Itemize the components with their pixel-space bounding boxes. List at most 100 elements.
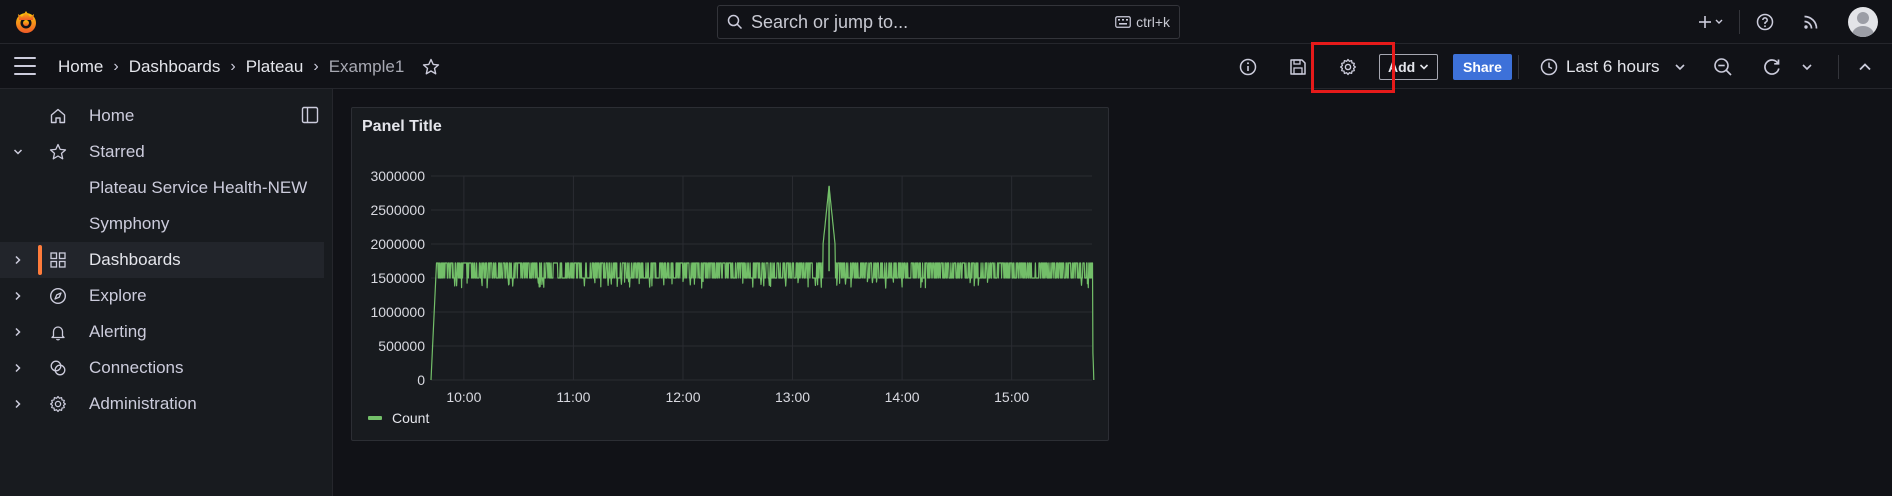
sidebar-item-symphony[interactable]: Symphony (0, 206, 324, 242)
chevron-up-icon (1859, 62, 1871, 70)
chevron-right-icon[interactable] (11, 291, 25, 301)
top-bar: Search or jump to... ctrl+k (0, 0, 1892, 44)
connections-icon (47, 359, 69, 377)
sidebar-item-label: Dashboards (89, 250, 181, 269)
refresh-button[interactable] (1762, 44, 1782, 89)
settings-highlight-box (1311, 42, 1395, 93)
news-button[interactable] (1800, 7, 1822, 37)
save-dashboard-button[interactable] (1289, 44, 1307, 89)
zoom-out-icon (1714, 57, 1732, 76)
sidebar-item-administration[interactable]: Administration (0, 386, 324, 422)
help-icon (1756, 13, 1774, 31)
breadcrumb: Home › Dashboards › Plateau › Example1 (58, 44, 440, 89)
y-tick-label: 0 (417, 372, 425, 388)
clock-icon (1540, 58, 1558, 75)
keyboard-icon (1115, 16, 1132, 28)
breadcrumb-separator: › (313, 57, 319, 75)
divider (1518, 44, 1519, 89)
share-button[interactable]: Share (1453, 53, 1512, 80)
cog-icon (47, 395, 69, 413)
time-series-panel[interactable]: Panel Title 0 500000 1000000 1500000 2000000… (351, 107, 1109, 441)
x-tick-label: 15:00 (994, 389, 1029, 405)
y-tick-label: 500000 (378, 338, 425, 354)
chevron-down-icon (1674, 63, 1685, 70)
time-series-chart: 0 500000 1000000 1500000 2000000 2500000 30000… (370, 168, 1095, 405)
favorite-button[interactable] (422, 58, 440, 76)
time-range-label: Last 6 hours (1566, 56, 1660, 76)
search-icon (727, 14, 743, 30)
grafana-logo-icon[interactable] (12, 8, 40, 36)
chart-legend: Count (368, 410, 429, 426)
x-tick-label: 13:00 (775, 389, 810, 405)
dashboard-info-button[interactable] (1239, 44, 1257, 89)
x-tick-label: 11:00 (556, 389, 590, 405)
sidebar-item-label: Starred (89, 142, 145, 161)
help-button[interactable] (1754, 7, 1776, 37)
sidebar-item-alerting[interactable]: Alerting (0, 314, 324, 350)
sidebar: Home Starred Plateau Service Health-NEW … (0, 89, 333, 496)
zoom-out-button[interactable] (1713, 44, 1733, 89)
y-tick-label: 1000000 (370, 304, 425, 320)
shortcut-text: ctrl+k (1136, 14, 1170, 30)
chevron-right-icon[interactable] (11, 363, 25, 373)
breadcrumb-folder[interactable]: Plateau (246, 57, 304, 77)
apps-icon (47, 251, 69, 269)
save-icon (1290, 58, 1306, 75)
breadcrumb-separator: › (230, 57, 236, 75)
chevron-right-icon[interactable] (11, 255, 25, 265)
breadcrumb-current: Example1 (328, 56, 405, 76)
chevron-down-icon (1420, 63, 1429, 70)
chevron-right-icon[interactable] (11, 399, 25, 409)
star-icon (423, 58, 440, 75)
sidebar-item-label: Plateau Service Health-NEW (89, 178, 308, 197)
breadcrumb-separator: › (113, 57, 119, 75)
dashboard-nav-bar: Home › Dashboards › Plateau › Example1 A… (0, 44, 1892, 89)
series-line-count (430, 185, 1095, 381)
sidebar-item-label: Home (89, 106, 135, 125)
sidebar-item-plateau-service-health[interactable]: Plateau Service Health-NEW (0, 170, 324, 206)
x-tick-label: 10:00 (446, 389, 481, 405)
rss-icon (1804, 15, 1818, 29)
collapse-header-button[interactable] (1858, 44, 1872, 89)
sidebar-item-home[interactable]: Home (0, 98, 324, 134)
divider (1739, 10, 1740, 34)
sidebar-item-label: Symphony (89, 214, 170, 233)
refresh-interval-dropdown[interactable] (1801, 44, 1813, 89)
menu-toggle-button[interactable] (14, 57, 36, 75)
search-input[interactable]: Search or jump to... ctrl+k (717, 5, 1180, 39)
x-tick-label: 12:00 (665, 389, 700, 405)
legend-swatch (368, 416, 382, 420)
keyboard-shortcut: ctrl+k (1115, 14, 1170, 30)
divider (1838, 44, 1839, 89)
chevron-down-icon (1802, 63, 1812, 70)
sidebar-item-label: Explore (89, 286, 147, 305)
sidebar-item-connections[interactable]: Connections (0, 350, 324, 386)
sidebar-item-dashboards[interactable]: Dashboards (0, 242, 324, 278)
info-icon (1239, 58, 1257, 75)
home-icon (47, 107, 69, 125)
sidebar-item-starred[interactable]: Starred (0, 134, 324, 170)
y-tick-label: 2500000 (370, 202, 425, 218)
sidebar-item-label: Alerting (89, 322, 147, 341)
avatar[interactable] (1848, 7, 1878, 37)
sidebar-item-label: Connections (89, 358, 184, 377)
time-range-picker[interactable]: Last 6 hours (1540, 57, 1686, 77)
compass-icon (47, 287, 69, 305)
search-placeholder: Search or jump to... (751, 11, 909, 32)
y-tick-label: 3000000 (370, 168, 425, 184)
chevron-right-icon[interactable] (11, 327, 25, 337)
breadcrumb-home[interactable]: Home (58, 57, 103, 77)
refresh-icon (1764, 58, 1780, 75)
y-tick-label: 1500000 (370, 270, 425, 286)
breadcrumb-dashboards[interactable]: Dashboards (129, 57, 221, 77)
plus-icon (1699, 16, 1723, 28)
y-tick-label: 2000000 (370, 236, 425, 252)
new-button[interactable] (1691, 7, 1731, 37)
sidebar-item-explore[interactable]: Explore (0, 278, 324, 314)
bell-icon (47, 323, 69, 341)
chevron-down-icon[interactable] (11, 148, 25, 156)
legend-label[interactable]: Count (392, 410, 429, 426)
x-tick-label: 14:00 (885, 389, 920, 405)
star-icon (47, 143, 69, 161)
sidebar-item-label: Administration (89, 394, 197, 413)
